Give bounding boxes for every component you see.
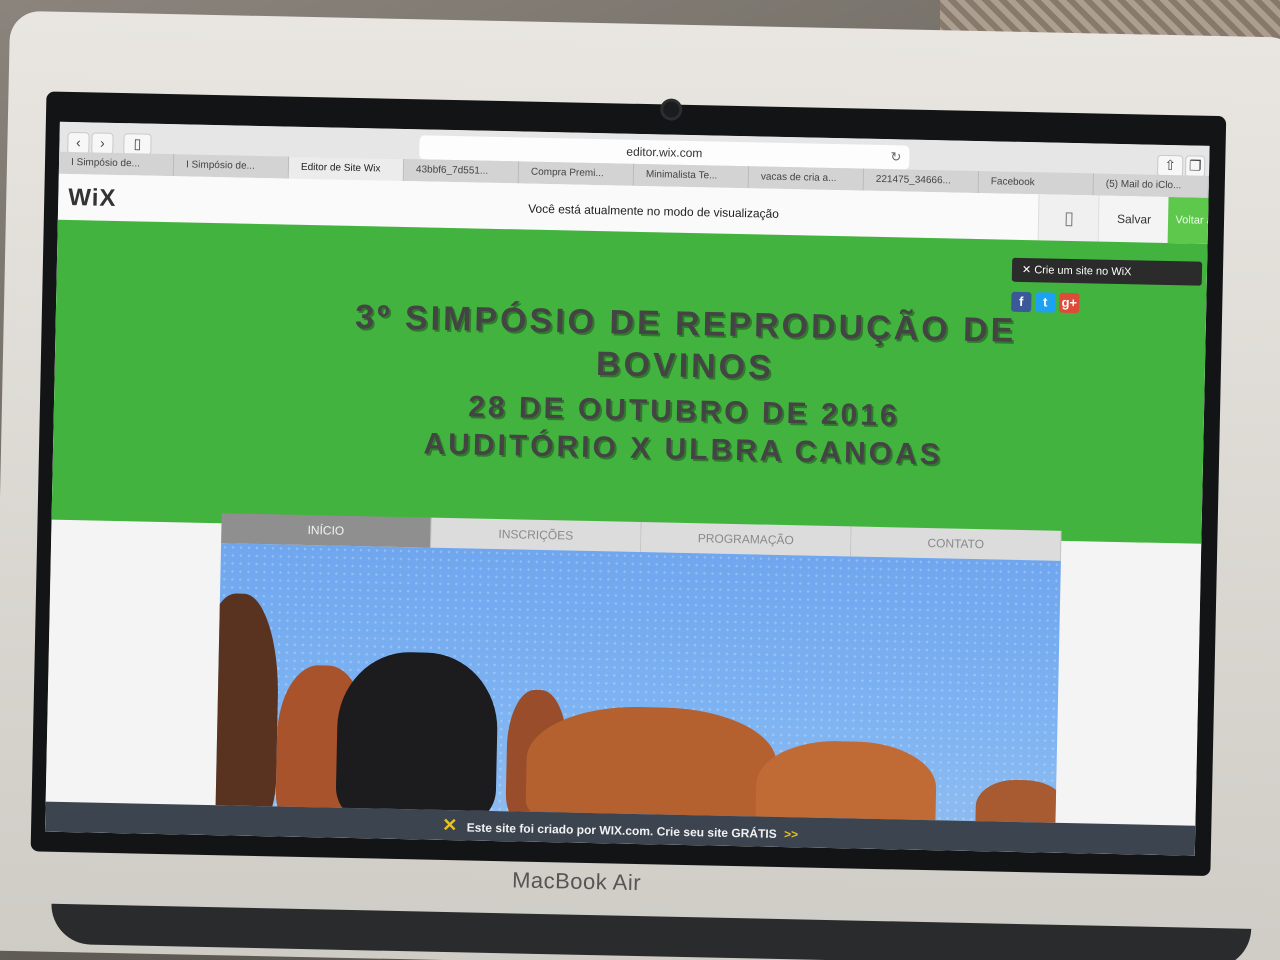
save-button[interactable]: Salvar	[1097, 195, 1170, 244]
laptop: ‹ › ▯ editor.wix.com ↻ ⇧ ❐ I Simpósio de…	[0, 10, 1280, 960]
laptop-base	[50, 903, 1252, 960]
wix-x-logo-icon: ✕	[442, 814, 458, 836]
mobile-view-icon[interactable]: ▯	[1037, 194, 1100, 242]
laptop-model-label: MacBook Air	[511, 867, 642, 896]
tabs-overview-icon[interactable]: ❐	[1184, 155, 1206, 178]
google-plus-icon[interactable]: g+	[1059, 292, 1080, 314]
tab[interactable]: Compra Premi...	[518, 161, 635, 186]
url-text: editor.wix.com	[626, 144, 703, 161]
preview-message: Você está atualmente no modo de visualiz…	[528, 201, 780, 221]
wix-logo[interactable]: WiX	[68, 184, 117, 213]
menu-item-inscricoes[interactable]: Inscrições	[431, 517, 642, 553]
hero-header: ✕ Crie um site no WiX f t g+ 3º Simpósio…	[51, 219, 1208, 544]
tab[interactable]: 43bbf6_7d551...	[403, 158, 520, 184]
footer-text: Este site foi criado por WIX.com. Crie s…	[466, 820, 777, 841]
tab[interactable]: I Simpósio de...	[173, 154, 290, 179]
event-title-block: 3º Simpósio de Reprodução de Bovinos 28 …	[313, 295, 1056, 476]
tab[interactable]: (5) Mail do iClo...	[1093, 173, 1209, 198]
footer-arrow: >>	[783, 827, 799, 842]
menu-item-contato[interactable]: Contato	[850, 526, 1062, 561]
cow-shape	[335, 650, 499, 823]
wix-x-icon: ✕	[1021, 263, 1032, 277]
create-site-label: Crie um site no WiX	[1034, 264, 1132, 279]
photo-scene: ‹ › ▯ editor.wix.com ↻ ⇧ ❐ I Simpósio de…	[0, 0, 1280, 960]
tab[interactable]: vacas de cria a...	[748, 166, 865, 191]
cattle-photo	[215, 543, 1061, 823]
tab-active[interactable]: Editor de Site Wix	[288, 156, 405, 181]
tab[interactable]: I Simpósio de...	[58, 151, 175, 177]
back-to-editor-button[interactable]: Voltar ao Editor	[1167, 197, 1210, 245]
site-preview: ✕ Crie um site no WiX f t g+ 3º Simpósio…	[45, 219, 1208, 856]
tab[interactable]: 221475_34666...	[863, 168, 980, 194]
reload-icon[interactable]: ↻	[890, 145, 901, 169]
menu-item-inicio[interactable]: Início	[221, 513, 432, 548]
menu-item-programacao[interactable]: Programação	[640, 522, 852, 557]
screen: ‹ › ▯ editor.wix.com ↻ ⇧ ❐ I Simpósio de…	[45, 121, 1210, 856]
create-site-banner[interactable]: ✕ Crie um site no WiX	[1011, 257, 1203, 286]
tab[interactable]: Minimalista Te...	[633, 163, 750, 189]
tab[interactable]: Facebook	[978, 171, 1095, 196]
cow-shape	[525, 704, 778, 823]
